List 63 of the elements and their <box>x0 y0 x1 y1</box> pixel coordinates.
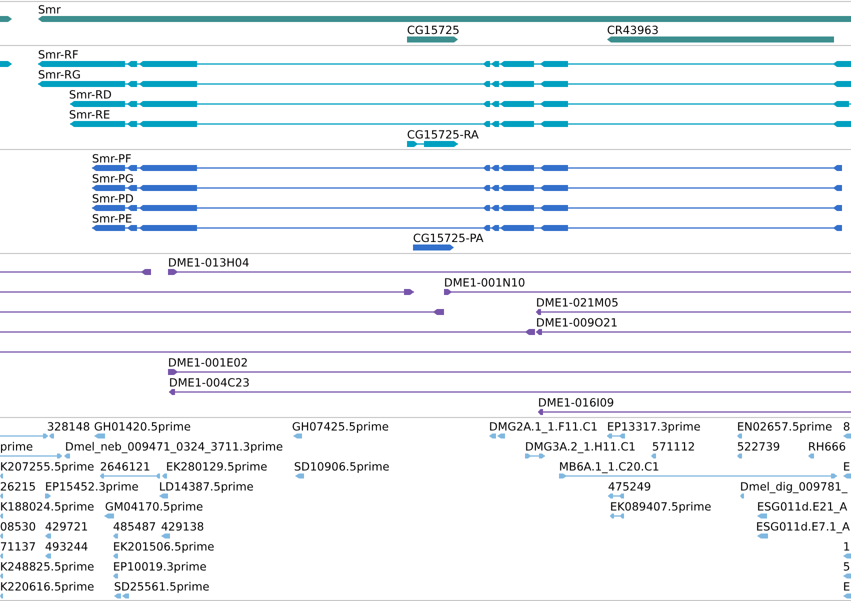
est-label: SD25561.5prime <box>114 580 210 594</box>
clone-label: DME1-001N10 <box>444 276 526 290</box>
est-label: ESG011d.E7.1_A <box>756 520 850 534</box>
est-label: 522739 <box>737 440 780 454</box>
est-label: Dmel_dig_009781_ <box>740 480 848 494</box>
est-label: K188024.5prime <box>0 500 94 514</box>
est-label: EP13317.3prime <box>607 420 701 434</box>
clone-label: DME1-001E02 <box>168 356 248 370</box>
est-label: 71137 <box>0 540 36 554</box>
transcript-label: Smr-RF <box>38 48 79 62</box>
gene-label: CR43963 <box>607 24 659 37</box>
est-label: 475249 <box>608 480 652 494</box>
transcript-label: Smr-RE <box>69 108 110 122</box>
transcript-label: CG15725-RA <box>407 128 479 142</box>
est-label: K248825.5prime <box>0 560 94 574</box>
est-label: DMG3A.2_1.H11.C1 <box>525 440 636 454</box>
est-label: 493244 <box>45 540 88 554</box>
est-label: EK201506.5prime <box>113 540 214 554</box>
est-label: GH01420.5prime <box>94 420 191 434</box>
est-label: MB6A.1_1.C20.C1 <box>559 460 660 474</box>
est-label: E <box>843 580 850 594</box>
est-label: GH07425.5prime <box>292 420 389 434</box>
est-label: 429721 <box>45 520 88 534</box>
est-label: RH666 <box>808 440 846 454</box>
clone-label: DME1-009O21 <box>536 316 618 330</box>
est-label: SD10906.5prime <box>294 460 390 474</box>
est-label: ESG011d.E21_A <box>757 500 848 514</box>
est-label: DMG2A.1_1.F11.C1 <box>489 420 598 434</box>
est-label: GM04170.5prime <box>105 500 204 514</box>
est-label: 1 <box>843 540 850 554</box>
gene-label: CG15725 <box>407 24 460 37</box>
est-label: 485487 <box>113 520 156 534</box>
est-label: 571112 <box>652 440 696 454</box>
est-label: 08530 <box>0 520 36 534</box>
est-label: EK280129.5prime <box>166 460 268 474</box>
est-label: 8 <box>843 420 850 434</box>
est-label: prime <box>0 440 33 454</box>
clone-label: DME1-021M05 <box>536 296 619 310</box>
est-label: EP10019.3prime <box>113 560 207 574</box>
est-label: 26215 <box>0 480 36 494</box>
clone-label: DME1-013H04 <box>168 256 250 270</box>
est-label: K220616.5prime <box>0 580 94 594</box>
gene-label: Smr <box>38 4 61 16</box>
clone-label: DME1-004C23 <box>169 376 250 390</box>
protein-label: Smr-PE <box>92 212 132 226</box>
est-label: 2646121 <box>100 460 150 474</box>
transcript-label: Smr-RG <box>38 68 81 82</box>
transcript-label: Smr-RD <box>69 88 112 102</box>
est-label: EN02657.5prime <box>737 420 832 434</box>
est-label: K207255.5prime <box>0 460 94 474</box>
est-label: 429138 <box>161 520 204 534</box>
protein-label: Smr-PG <box>92 172 134 186</box>
clone-label: DME1-016I09 <box>538 396 614 410</box>
protein-label: Smr-PF <box>92 152 132 166</box>
est-label: EP15452.3prime <box>45 480 139 494</box>
est-label: 5 <box>843 560 850 574</box>
est-label: E <box>843 460 850 474</box>
protein-label: CG15725-PA <box>413 232 484 245</box>
protein-label: Smr-PD <box>92 192 134 206</box>
est-label: LD14387.5prime <box>159 480 254 494</box>
est-label: 328148 <box>47 420 90 434</box>
est-label: Dmel_neb_009471_0324_3711.3prime <box>65 440 283 454</box>
est-label: EK089407.5prime <box>610 500 712 514</box>
